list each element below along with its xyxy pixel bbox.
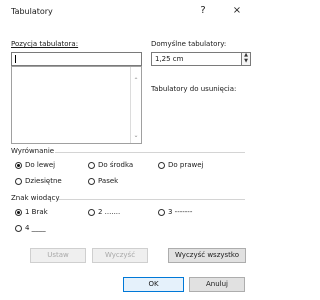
align-decimal-label: Dziesiętne (25, 177, 62, 185)
leader-underline-radio[interactable]: 4 ____ (15, 224, 46, 232)
tab-position-label: Pozycja tabulatora: (11, 40, 78, 48)
radio-circle-icon[interactable] (158, 161, 165, 169)
scroll-down-icon[interactable]: ⌄ (131, 132, 141, 139)
leader-group-label: Znak wiodący (11, 194, 60, 202)
tab-position-list[interactable]: ⌃ ⌄ (11, 66, 142, 144)
text-caret (15, 55, 16, 63)
leader-underline-label: 4 ____ (25, 224, 46, 232)
align-right-label: Do prawej (168, 161, 204, 169)
radio-circle-icon[interactable] (15, 224, 22, 232)
radio-circle-icon[interactable] (158, 208, 165, 216)
radio-circle-icon[interactable] (88, 208, 95, 216)
align-bar-radio[interactable]: Pasek (88, 177, 118, 185)
align-left-radio[interactable]: Do lewej (15, 161, 55, 169)
default-tabs-input[interactable]: 1,25 cm (151, 52, 242, 66)
tab-position-label-text: Pozycja tabulatora: (11, 40, 79, 48)
leader-none-label: 1 Brak (25, 208, 48, 216)
dialog-title: Tabulatory (11, 7, 53, 16)
clear-all-button[interactable]: Wyczyść wszystko (168, 248, 246, 263)
close-button[interactable]: × (230, 5, 244, 16)
leader-dashes-radio[interactable]: 3 ------- (158, 208, 192, 216)
radio-circle-icon[interactable] (15, 161, 22, 169)
alignment-divider (55, 152, 245, 153)
radio-circle-icon[interactable] (88, 177, 95, 185)
align-center-radio[interactable]: Do środka (88, 161, 133, 169)
align-center-label: Do środka (98, 161, 134, 169)
radio-circle-icon[interactable] (15, 208, 22, 216)
scroll-up-icon[interactable]: ⌃ (131, 77, 141, 84)
leader-divider (58, 199, 245, 200)
radio-circle-icon[interactable] (15, 177, 22, 185)
tab-position-input[interactable] (11, 52, 142, 66)
clear-button[interactable]: Wyczyść (92, 248, 148, 263)
alignment-group-label: Wyrównanie (11, 147, 55, 155)
leader-dashes-label: 3 ------- (168, 208, 193, 216)
tabs-to-clear-label: Tabulatory do usunięcia: (151, 85, 237, 93)
default-tabs-label: Domyślne tabulatory: (151, 40, 227, 48)
align-bar-label: Pasek (98, 177, 119, 185)
spin-down-icon[interactable]: ▼ (242, 59, 250, 65)
align-right-radio[interactable]: Do prawej (158, 161, 204, 169)
radio-circle-icon[interactable] (88, 161, 95, 169)
leader-none-radio[interactable]: 1 Brak (15, 208, 48, 216)
cancel-button[interactable]: Anuluj (189, 277, 245, 292)
default-tabs-spinner[interactable]: ▲ ▼ (242, 52, 251, 66)
help-button[interactable]: ? (196, 5, 210, 16)
leader-dots-label: 2 ....... (98, 208, 121, 216)
set-button[interactable]: Ustaw (30, 248, 86, 263)
leader-dots-radio[interactable]: 2 ....... (88, 208, 120, 216)
align-decimal-radio[interactable]: Dziesiętne (15, 177, 62, 185)
list-scrollbar[interactable]: ⌃ ⌄ (130, 67, 141, 143)
default-tabs-value: 1,25 cm (155, 55, 184, 63)
align-left-label: Do lewej (25, 161, 56, 169)
ok-button[interactable]: OK (123, 277, 184, 292)
